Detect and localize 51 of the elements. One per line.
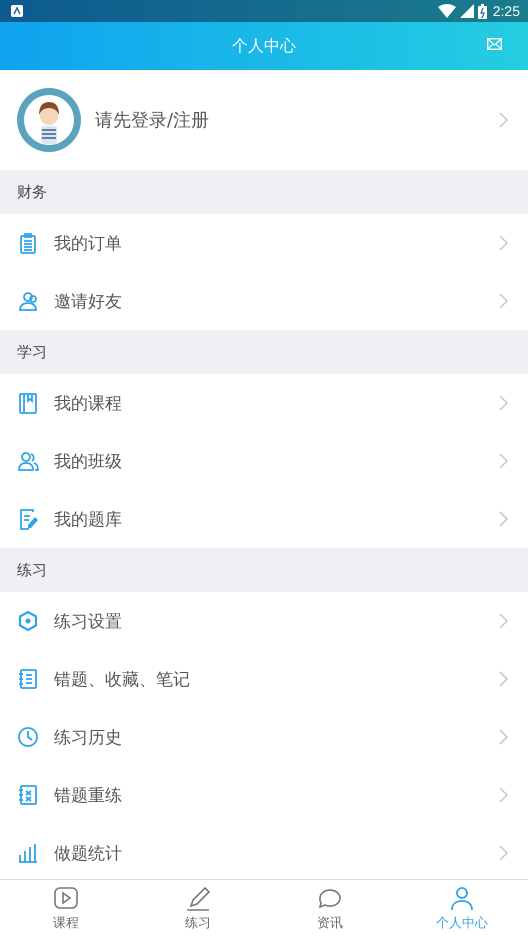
section-header: 练习 (17, 560, 47, 580)
avatar (17, 88, 81, 152)
menu-item[interactable]: 做题统计 (0, 824, 528, 879)
bar-chart-icon (17, 842, 39, 864)
menu-item[interactable]: 错题、收藏、笔记 (0, 650, 528, 708)
menu-item[interactable]: 练习设置 (0, 592, 528, 650)
login-row[interactable]: 请先登录/注册 (0, 70, 528, 170)
menu-item[interactable]: 错题重练 (0, 766, 528, 824)
chevron-right-icon (499, 293, 508, 309)
chevron-right-icon (499, 671, 508, 687)
menu-item[interactable]: 我的课程 (0, 374, 528, 432)
chevron-right-icon (499, 787, 508, 803)
clock-icon (17, 726, 39, 748)
chevron-right-icon (499, 613, 508, 629)
menu-item[interactable]: 我的班级 (0, 432, 528, 490)
chevron-right-icon (499, 235, 508, 251)
chevron-right-icon (499, 395, 508, 411)
chevron-right-icon (499, 845, 508, 861)
clock-time: 2:25 (492, 3, 520, 19)
section-header: 财务 (17, 182, 47, 202)
page-title: 个人中心 (232, 36, 296, 56)
tab[interactable]: 练习 (132, 880, 264, 936)
login-prompt: 请先登录/注册 (95, 109, 210, 132)
menu-item[interactable]: 我的题库 (0, 490, 528, 548)
people-icon (17, 290, 39, 312)
menu-item[interactable]: 我的订单 (0, 214, 528, 272)
chevron-right-icon (499, 112, 508, 128)
wifi-icon (438, 4, 456, 18)
chevron-right-icon (499, 511, 508, 527)
person-icon (448, 884, 476, 912)
notification-icon (11, 5, 23, 17)
tab[interactable]: 资讯 (264, 880, 396, 936)
battery-icon (478, 4, 487, 18)
pencil-icon (184, 884, 212, 912)
notebook-icon (17, 784, 39, 806)
people-icon (17, 450, 39, 472)
chevron-right-icon (499, 729, 508, 745)
play-icon (52, 884, 80, 912)
hexagon-icon (17, 610, 39, 632)
signal-icon (460, 4, 474, 18)
document-edit-icon (17, 508, 39, 530)
menu-item[interactable]: 练习历史 (0, 708, 528, 766)
menu-item[interactable]: 邀请好友 (0, 272, 528, 330)
mail-button[interactable] (487, 38, 502, 50)
chevron-right-icon (499, 453, 508, 469)
mail-icon (487, 38, 502, 50)
section-header: 学习 (17, 342, 47, 362)
notebook-icon (17, 668, 39, 690)
clipboard-icon (17, 232, 39, 254)
book-icon (17, 392, 39, 414)
tab[interactable]: 课程 (0, 880, 132, 936)
